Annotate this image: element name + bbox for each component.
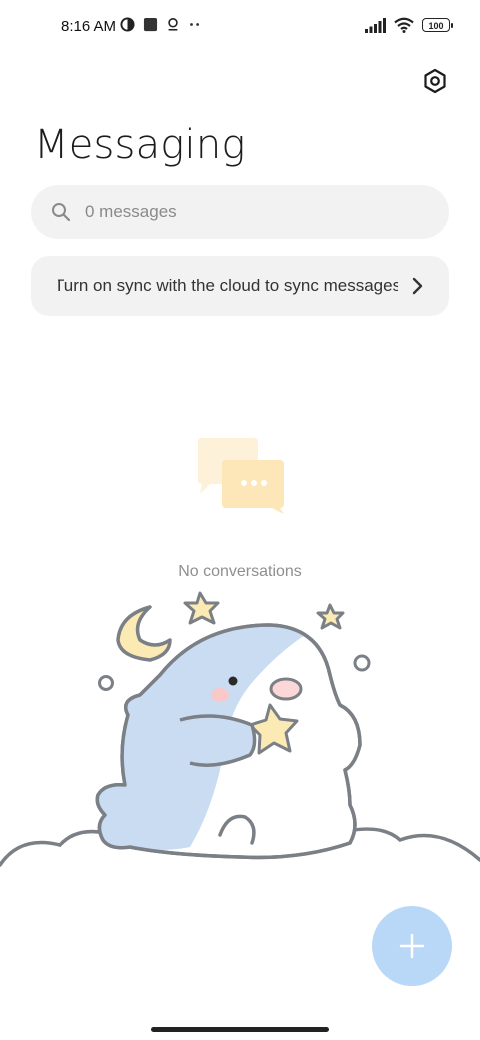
settings-button[interactable] [420, 66, 450, 96]
battery-level: 100 [428, 21, 444, 31]
search-placeholder: 0 messages [85, 202, 177, 221]
plus-icon [399, 933, 425, 959]
shark-illustration [0, 591, 480, 867]
sync-banner[interactable]: Turn on sync with the cloud to sync mess… [31, 256, 449, 316]
settings-hex-icon [424, 68, 446, 94]
status-time: 8:16 AM [61, 18, 117, 35]
location-pin-icon [168, 18, 178, 31]
search-icon [52, 203, 71, 222]
chevron-right-icon [412, 277, 423, 295]
home-indicator[interactable] [151, 1027, 329, 1032]
more-dots-icon [190, 23, 200, 26]
theme-icon [120, 17, 135, 32]
sync-banner-text: Turn on sync with the cloud to sync mess… [58, 276, 398, 296]
wifi-icon [394, 17, 414, 33]
page-title: Messaging [34, 122, 246, 168]
status-bar: 8:16 AM 100 [0, 0, 480, 56]
chat-bubbles-icon [198, 438, 284, 514]
status-icons-left [120, 17, 202, 32]
status-icons-right: 100 [364, 17, 453, 33]
signal-icon [365, 17, 386, 33]
new-message-button[interactable] [372, 906, 452, 986]
stop-square-icon [143, 17, 158, 32]
empty-state-text: No conversations [178, 563, 302, 580]
battery-icon: 100 [422, 18, 453, 32]
search-input[interactable]: 0 messages [31, 185, 449, 239]
sync-banner-label: Turn on sync with the cloud to sync mess… [58, 276, 398, 295]
